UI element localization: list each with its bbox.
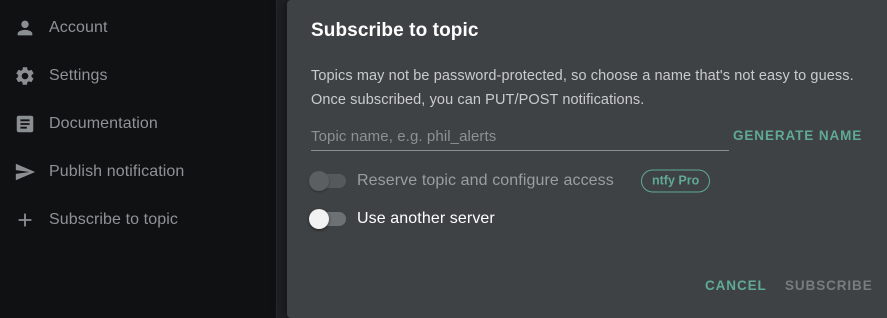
person-icon — [14, 17, 36, 39]
sidebar-item-label: Settings — [49, 67, 108, 84]
reserve-topic-toggle[interactable] — [307, 170, 347, 192]
dialog-description: Topics may not be password-protected, so… — [311, 68, 854, 108]
subscribe-button[interactable]: Subscribe — [785, 278, 873, 293]
sidebar-item-settings[interactable]: Settings — [0, 52, 277, 100]
use-another-server-label: Use another server — [357, 210, 495, 227]
reserve-topic-row: Reserve topic and configure access ntfy … — [307, 168, 867, 194]
dialog-title: Subscribe to topic — [311, 20, 479, 41]
reserve-topic-label: Reserve topic and configure access — [357, 172, 614, 189]
pro-badge: ntfy Pro — [641, 169, 711, 193]
plus-icon — [14, 209, 36, 231]
sidebar-item-label: Subscribe to topic — [49, 211, 178, 228]
use-another-server-toggle[interactable] — [307, 208, 347, 230]
sidebar-item-label: Publish notification — [49, 163, 185, 180]
another-server-row: Use another server — [307, 206, 867, 232]
toggle-thumb — [309, 171, 329, 191]
toggle-thumb — [309, 209, 329, 229]
generate-name-button[interactable]: Generate name — [733, 128, 862, 143]
sidebar-item-documentation[interactable]: Documentation — [0, 100, 277, 148]
sidebar-item-publish-notification[interactable]: Publish notification — [0, 148, 277, 196]
sidebar: Account Settings Documentation Publish n… — [0, 0, 277, 318]
send-icon — [14, 161, 36, 183]
sidebar-item-subscribe-to-topic[interactable]: Subscribe to topic — [0, 196, 277, 244]
sidebar-item-account[interactable]: Account — [0, 4, 277, 52]
sidebar-item-label: Documentation — [49, 115, 158, 132]
article-icon — [14, 113, 36, 135]
subscribe-dialog: Subscribe to topic Topics may not be pas… — [287, 0, 887, 318]
sidebar-item-label: Account — [49, 19, 108, 36]
topic-name-input[interactable] — [311, 122, 729, 151]
cancel-button[interactable]: Cancel — [705, 278, 767, 293]
gear-icon — [14, 65, 36, 87]
